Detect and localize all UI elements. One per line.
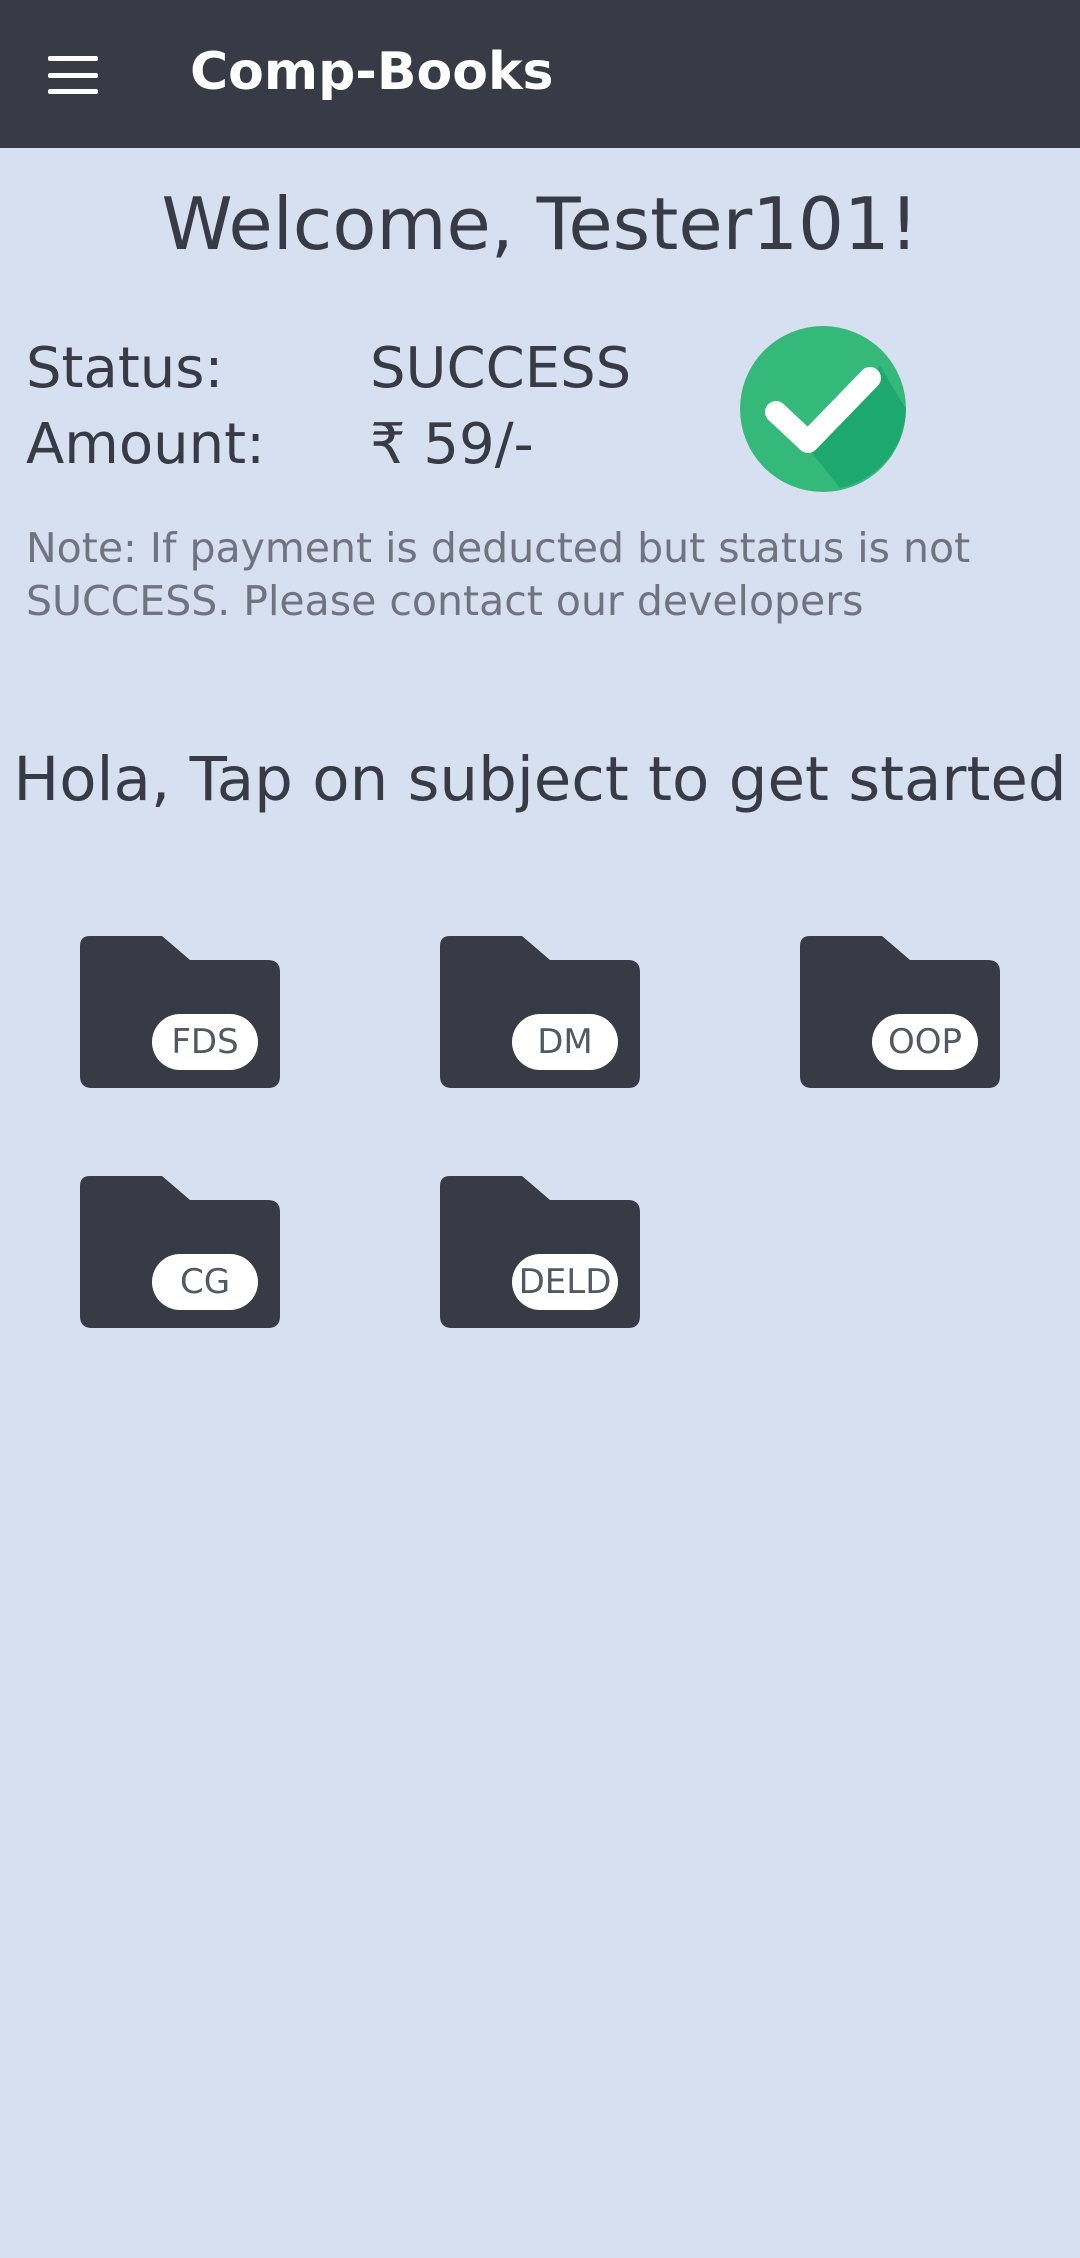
check-circle-icon xyxy=(740,326,906,492)
app-bar: Comp-Books xyxy=(0,0,1080,148)
subject-folder-cg[interactable]: CG xyxy=(80,1176,280,1328)
status-label: Status: xyxy=(26,336,224,401)
subject-folder-deld[interactable]: DELD xyxy=(440,1176,640,1328)
status-value: SUCCESS xyxy=(370,336,632,401)
app-title: Comp-Books xyxy=(190,42,554,102)
subject-folder-dm[interactable]: DM xyxy=(440,936,640,1088)
subject-prompt: Hola, Tap on subject to get started xyxy=(13,744,1067,815)
amount-value: ₹ 59/- xyxy=(370,412,534,477)
welcome-heading: Welcome, Tester101! xyxy=(161,182,919,266)
subject-label: DM xyxy=(512,1014,618,1070)
subject-label: FDS xyxy=(152,1014,258,1070)
amount-label: Amount: xyxy=(26,412,265,477)
subject-label: OOP xyxy=(872,1014,978,1070)
subject-folder-fds[interactable]: FDS xyxy=(80,936,280,1088)
subject-label: DELD xyxy=(512,1254,618,1310)
subject-label: CG xyxy=(152,1254,258,1310)
hamburger-menu-icon[interactable] xyxy=(48,56,98,94)
subject-folder-oop[interactable]: OOP xyxy=(800,936,1000,1088)
payment-note: Note: If payment is deducted but status … xyxy=(26,524,971,625)
